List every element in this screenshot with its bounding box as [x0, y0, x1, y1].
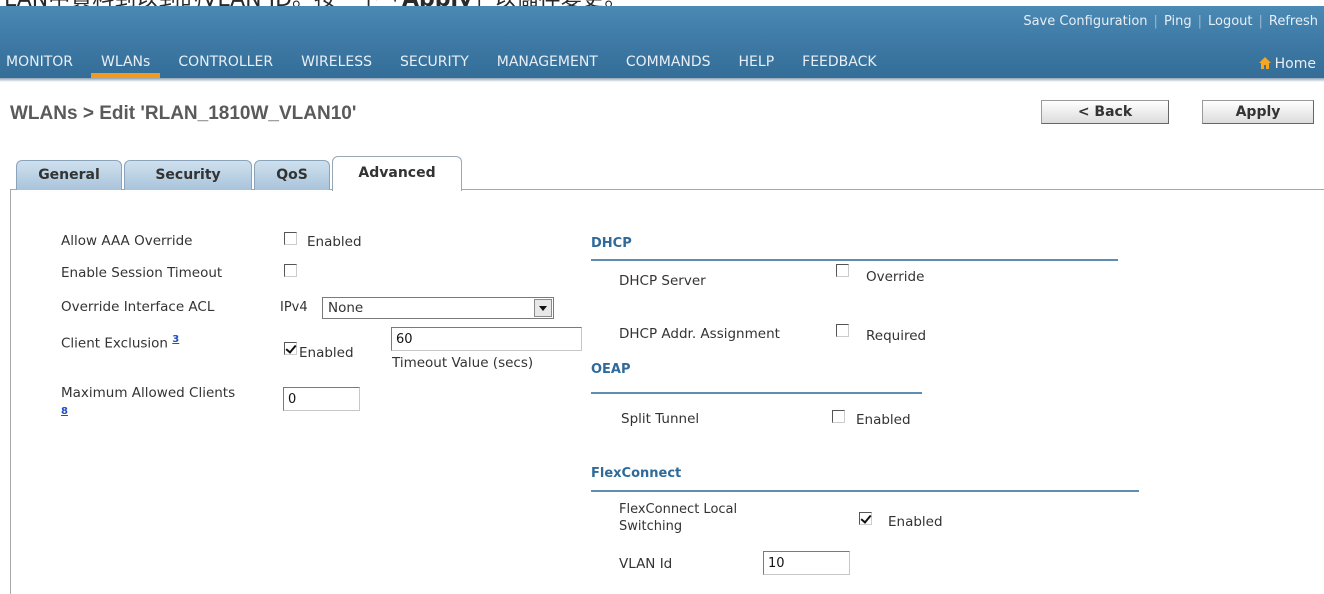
- dhcp-server-override-label: Override: [866, 269, 925, 285]
- flex-local-switching-label-2: Switching: [619, 519, 683, 534]
- timeout-value-label: Timeout Value (secs): [392, 355, 534, 371]
- max-clients-label: Maximum Allowed Clients: [61, 385, 236, 401]
- logout-link[interactable]: Logout: [1208, 14, 1253, 29]
- max-clients-ref-link[interactable]: 8: [61, 406, 68, 417]
- tab-advanced[interactable]: Advanced: [332, 156, 462, 191]
- tab-general[interactable]: General: [16, 160, 122, 190]
- dhcp-section-heading: DHCP: [591, 236, 632, 251]
- nav-wireless[interactable]: WIRELESS: [301, 50, 372, 78]
- flex-local-switching-label-1: FlexConnect Local: [619, 502, 738, 517]
- client-exclusion-ref-link[interactable]: 3: [172, 334, 179, 345]
- dhcp-divider: [591, 259, 1118, 261]
- override-acl-label: Override Interface ACL: [61, 299, 215, 315]
- acl-ipv4-select[interactable]: None: [322, 297, 554, 319]
- nav-security[interactable]: SECURITY: [400, 50, 469, 78]
- nav-monitor[interactable]: MONITOR: [6, 50, 73, 78]
- oeap-section-heading: OEAP: [591, 362, 631, 377]
- flex-local-switching-enabled-label: Enabled: [888, 514, 943, 530]
- apply-button[interactable]: Apply: [1202, 100, 1314, 124]
- nav-commands[interactable]: COMMANDS: [626, 50, 711, 78]
- client-exclusion-label: Client Exclusion 3: [61, 334, 180, 352]
- max-clients-input[interactable]: [283, 387, 360, 411]
- aaa-override-label: Allow AAA Override: [61, 233, 193, 249]
- acl-ipv4-label: IPv4: [280, 300, 308, 315]
- split-tunnel-checkbox[interactable]: [832, 410, 845, 423]
- utility-links: Save Configuration | Ping | Logout | Refresh: [1023, 14, 1318, 29]
- max-clients-ref: 8: [61, 402, 68, 418]
- dhcp-server-checkbox[interactable]: [836, 264, 849, 277]
- flexconnect-divider: [591, 490, 1139, 492]
- split-tunnel-label: Split Tunnel: [621, 411, 700, 427]
- aaa-override-checkbox[interactable]: [284, 232, 297, 245]
- vlan-id-input[interactable]: [763, 551, 850, 575]
- home-icon: [1258, 57, 1271, 69]
- refresh-link[interactable]: Refresh: [1269, 14, 1318, 29]
- dhcp-addr-required-label: Required: [866, 328, 927, 344]
- flex-local-switching-checkbox[interactable]: [859, 512, 872, 525]
- dhcp-addr-label: DHCP Addr. Assignment: [619, 326, 780, 342]
- home-link[interactable]: Home: [1258, 52, 1316, 76]
- tab-security[interactable]: Security: [124, 160, 252, 190]
- oeap-divider: [591, 392, 922, 394]
- save-configuration-link[interactable]: Save Configuration: [1023, 14, 1147, 29]
- client-exclusion-enabled-label: Enabled: [299, 345, 354, 361]
- dhcp-server-label: DHCP Server: [619, 273, 706, 289]
- nav-controller[interactable]: CONTROLLER: [178, 50, 273, 78]
- tab-qos[interactable]: QoS: [254, 160, 330, 190]
- top-header: Save Configuration | Ping | Logout | Refresh M…: [0, 6, 1324, 78]
- nav-feedback[interactable]: FEEDBACK: [802, 50, 876, 78]
- main-nav: MONITOR WLANs CONTROLLER WIRELESS SECURI…: [0, 50, 1324, 78]
- header-shadow: [0, 78, 1324, 82]
- chevron-down-icon[interactable]: [534, 299, 552, 317]
- client-exclusion-checkbox[interactable]: [284, 342, 297, 355]
- nav-wlans[interactable]: WLANs: [90, 50, 161, 78]
- aaa-override-enabled-label: Enabled: [307, 234, 362, 250]
- dhcp-addr-checkbox[interactable]: [836, 324, 849, 337]
- session-timeout-checkbox[interactable]: [284, 264, 297, 277]
- exclusion-timeout-input[interactable]: [391, 327, 582, 351]
- page-title: WLANs > Edit 'RLAN_1810W_VLAN10': [10, 103, 357, 124]
- flexconnect-section-heading: FlexConnect: [591, 466, 682, 481]
- nav-help[interactable]: HELP: [739, 50, 775, 78]
- session-timeout-label: Enable Session Timeout: [61, 265, 223, 281]
- ping-link[interactable]: Ping: [1164, 14, 1192, 29]
- split-tunnel-enabled-label: Enabled: [856, 412, 911, 428]
- nav-management[interactable]: MANAGEMENT: [497, 50, 598, 78]
- back-button[interactable]: < Back: [1041, 100, 1169, 124]
- vlan-id-label: VLAN Id: [619, 556, 673, 572]
